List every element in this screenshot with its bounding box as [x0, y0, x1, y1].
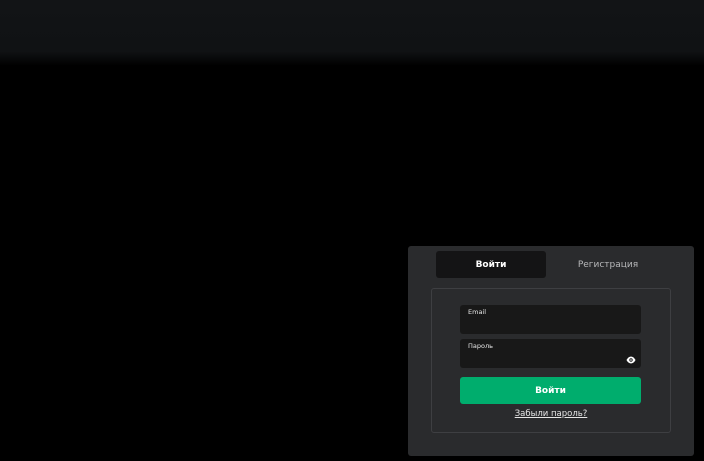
- login-submit-button[interactable]: Войти: [460, 377, 641, 404]
- email-field[interactable]: Email: [460, 305, 641, 334]
- auth-tabs: Войти Регистрация: [436, 251, 670, 278]
- password-field[interactable]: Пароль: [460, 339, 641, 368]
- forgot-password-link[interactable]: Забыли пароль?: [432, 409, 670, 419]
- password-label: Пароль: [468, 342, 493, 350]
- top-header-bar: [0, 0, 704, 66]
- login-form: Email Пароль Войти Забыли пароль?: [431, 288, 671, 433]
- eye-icon[interactable]: [626, 349, 636, 364]
- auth-panel: Войти Регистрация Email Пароль Войти Заб…: [408, 246, 694, 456]
- email-label: Email: [468, 308, 487, 316]
- password-input[interactable]: [468, 352, 618, 365]
- tab-login[interactable]: Войти: [436, 251, 546, 278]
- email-input[interactable]: [468, 318, 618, 331]
- tab-register[interactable]: Регистрация: [546, 251, 670, 278]
